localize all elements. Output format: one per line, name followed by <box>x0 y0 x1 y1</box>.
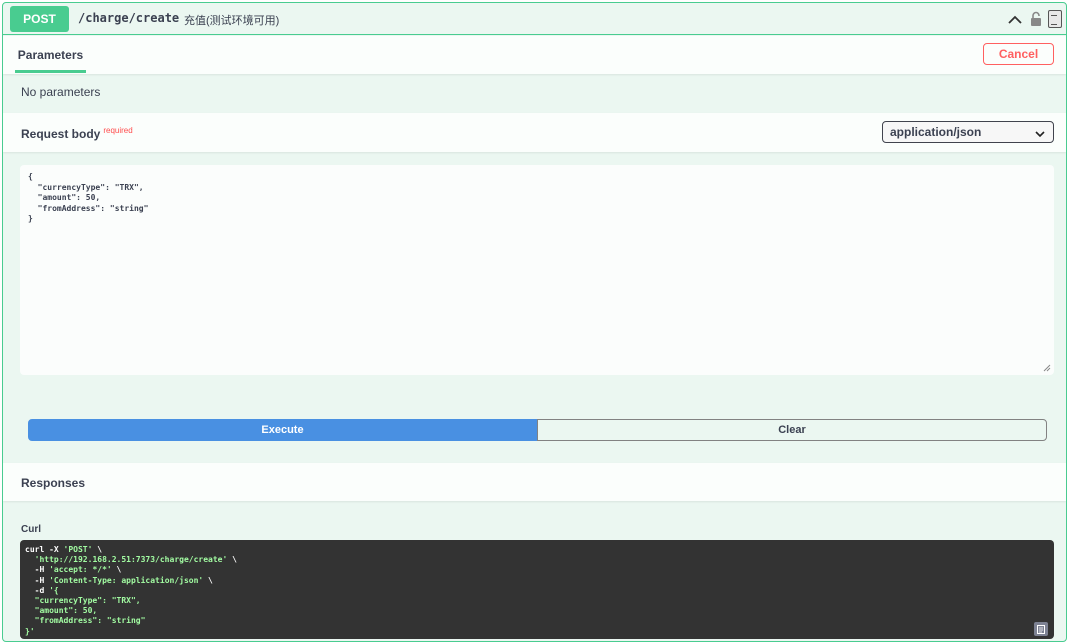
request-body-editor[interactable]: { "currencyType": "TRX", "amount": 50, "… <box>20 165 1054 375</box>
curl-token <box>25 555 35 564</box>
cancel-button[interactable]: Cancel <box>983 43 1054 65</box>
curl-string: "amount": 50, <box>25 606 98 616</box>
curl-string: }' <box>25 626 35 636</box>
curl-string: 'accept: */*' <box>49 565 112 575</box>
curl-string: "fromAddress": "string" <box>25 616 146 626</box>
chevron-up-icon[interactable] <box>1006 10 1024 28</box>
curl-line: 'http://192.168.2.51:7373/charge/create'… <box>25 555 1049 565</box>
responses-title: Responses <box>21 476 86 490</box>
copy-to-clipboard-icon[interactable] <box>1034 622 1048 636</box>
request-body-header: Request body required application/json <box>3 113 1066 152</box>
request-body-line: "currencyType": "TRX", <box>28 182 144 192</box>
curl-token: -H <box>25 575 50 585</box>
curl-string: 'Content-Type: application/json' <box>49 575 204 585</box>
parameters-header: Parameters Cancel <box>3 36 1066 74</box>
tab-parameters[interactable]: Parameters <box>15 36 86 74</box>
curl-line: "fromAddress": "string" <box>25 616 1049 626</box>
curl-token: \ <box>203 575 213 585</box>
no-parameters-text: No parameters <box>21 85 101 99</box>
resize-handle-icon[interactable] <box>1043 364 1051 372</box>
request-body-line: "amount": 50, <box>28 193 101 202</box>
operation-block: POST /charge/create 充值(测试环境可用) Parameter… <box>2 2 1067 642</box>
request-body-title-text: Request body <box>21 127 101 141</box>
method-badge: POST <box>10 6 69 32</box>
curl-string: "currencyType": "TRX", <box>25 596 141 606</box>
curl-token: \ <box>111 565 122 575</box>
required-marker: required <box>103 126 133 135</box>
summary-controls <box>1006 9 1062 29</box>
curl-code-block: curl -X 'POST' \ 'http://192.168.2.51:73… <box>20 540 1054 639</box>
curl-string: 'POST' <box>63 545 93 554</box>
clear-button[interactable]: Clear <box>537 419 1047 441</box>
operation-summary[interactable]: POST /charge/create 充值(测试环境可用) <box>3 3 1066 35</box>
request-body-line: } <box>28 214 33 223</box>
lock-icon[interactable] <box>1030 11 1042 27</box>
request-body-line: { <box>28 172 33 181</box>
curl-line: }' <box>25 627 1049 637</box>
curl-line: -d '{ <box>25 586 1049 596</box>
endpoint-description: 充值(测试环境可用) <box>184 15 280 27</box>
curl-string: '{ <box>49 585 59 595</box>
curl-token: -d <box>25 585 50 595</box>
curl-line: "amount": 50, <box>25 606 1049 616</box>
curl-label: Curl <box>21 524 41 535</box>
content-type-value: application/json <box>890 125 982 139</box>
curl-token: \ <box>227 555 237 565</box>
request-body-title: Request body required <box>21 126 133 141</box>
chevron-down-icon <box>1035 127 1045 141</box>
curl-token: \ <box>92 545 103 554</box>
curl-token: curl -X <box>25 545 64 554</box>
curl-string: 'http://192.168.2.51:7373/charge/create' <box>34 555 228 565</box>
curl-line: -H 'Content-Type: application/json' \ <box>25 576 1049 586</box>
curl-line: curl -X 'POST' \ <box>25 545 1049 555</box>
responses-header: Responses <box>3 463 1066 501</box>
execute-button[interactable]: Execute <box>28 419 537 441</box>
curl-token: -H <box>25 565 50 575</box>
curl-line: "currencyType": "TRX", <box>25 596 1049 606</box>
curl-line: -H 'accept: */*' \ <box>25 565 1049 575</box>
action-buttons: Execute Clear <box>28 419 1047 441</box>
copy-icon[interactable] <box>1048 10 1062 28</box>
content-type-select[interactable]: application/json <box>882 121 1054 143</box>
endpoint-path: /charge/create <box>78 11 180 25</box>
request-body-line: "fromAddress": "string" <box>28 203 149 213</box>
